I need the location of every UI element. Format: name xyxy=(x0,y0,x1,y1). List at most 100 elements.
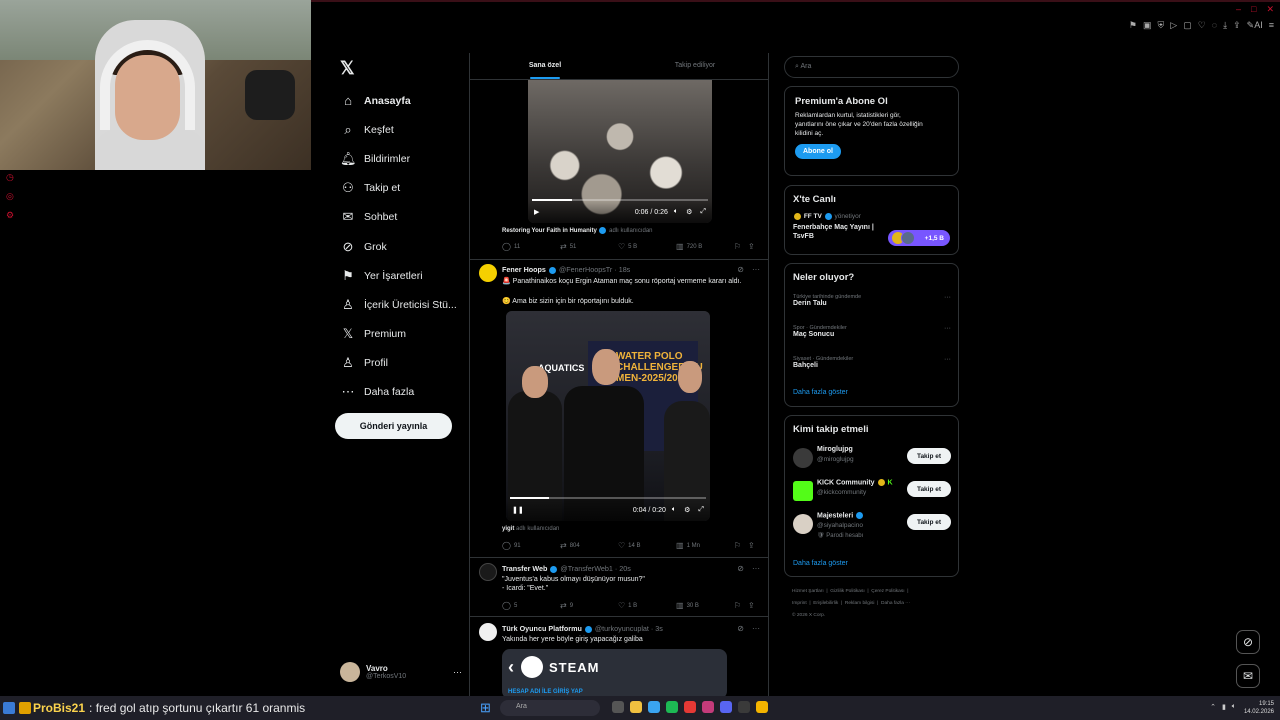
avatar[interactable] xyxy=(479,264,497,282)
download-icon[interactable]: ▢ xyxy=(1183,20,1192,31)
mail-icon[interactable]: ✉ xyxy=(1236,664,1260,688)
bookmark-icon[interactable]: ⚑ xyxy=(1129,20,1137,31)
tweet-video[interactable]: ▶ 0:06 / 0:26 🔈︎ ⚙ ⤢ xyxy=(528,79,712,223)
play-icon[interactable]: ▷ xyxy=(1170,20,1177,31)
follow-suggestion[interactable]: KICK Community K @kickcommunity Takip et xyxy=(793,479,951,507)
like-button[interactable]: ♡ 5 B xyxy=(618,242,676,251)
sidebar-item-search[interactable]: ⌕ Keşfet xyxy=(340,115,457,144)
retweet-button[interactable]: ⇄ 804 xyxy=(560,541,618,550)
spotify-icon[interactable] xyxy=(666,701,678,713)
attribution-name[interactable]: Restoring Your Faith in Humanity xyxy=(502,228,597,234)
show-more-link[interactable]: Daha fazla göster xyxy=(793,560,848,567)
chevron-up-icon[interactable]: ⌃ xyxy=(1210,703,1216,711)
download-arrow-icon[interactable]: ⤓ xyxy=(1223,20,1227,31)
subscribe-button[interactable]: Abone ol xyxy=(795,144,841,159)
file-explorer-icon[interactable] xyxy=(630,701,642,713)
grok-icon[interactable]: ⊘ xyxy=(737,624,744,633)
author-name[interactable]: Transfer Web xyxy=(502,564,547,573)
tab-following[interactable]: Takip ediliyor xyxy=(620,53,768,79)
share-button[interactable]: ⇪ xyxy=(748,601,755,610)
record-icon[interactable]: ◎ xyxy=(6,191,14,202)
sidebar-item-x-premium[interactable]: 𝕏 Premium xyxy=(340,320,457,349)
retweet-button[interactable]: ⇄ 9 xyxy=(560,601,618,610)
follow-button[interactable]: Takip et xyxy=(907,448,951,464)
steam-login-link[interactable]: HESAP ADI İLE GİRİŞ YAP xyxy=(508,689,583,695)
avatar[interactable] xyxy=(479,623,497,641)
live-card[interactable]: X'te Canlı FF TV yönetiyor Fenerbahçe Ma… xyxy=(784,185,959,255)
show-more-link[interactable]: Daha fazla göster xyxy=(793,389,848,396)
discord-icon[interactable] xyxy=(720,701,732,713)
sidebar-item-creator-studio[interactable]: ♙ İçerik Üreticisi Stü... xyxy=(340,290,457,319)
fullscreen-icon[interactable]: ⤢ xyxy=(700,208,706,216)
retweet-button[interactable]: ⇄ 51 xyxy=(560,242,618,251)
tab-for-you[interactable]: Sana özel xyxy=(470,53,620,79)
account-switcher[interactable]: Vavro @TerkosV10 ··· xyxy=(340,662,462,682)
live-listeners-badge[interactable]: +1,5 B xyxy=(888,230,950,246)
follow-button[interactable]: Takip et xyxy=(907,514,951,530)
trend-item[interactable]: Spor · Gündemdekiler Maç Sonucu ··· xyxy=(793,325,951,338)
more-icon[interactable]: ··· xyxy=(944,325,951,332)
opera-icon[interactable] xyxy=(684,701,696,713)
back-icon[interactable]: ‹ xyxy=(508,657,515,678)
like-button[interactable]: ♡ 14 B xyxy=(618,541,676,550)
close-icon[interactable]: ✕ xyxy=(1266,4,1274,15)
edge-icon[interactable] xyxy=(648,701,660,713)
sidebar-item-add-user[interactable]: ⚇ Takip et xyxy=(340,174,457,203)
volume-icon[interactable]: 🔈︎ xyxy=(1232,703,1236,711)
volume-icon[interactable]: 🔈︎ xyxy=(672,506,676,514)
menu-icon[interactable]: ≡ xyxy=(1269,20,1274,31)
share-icon[interactable]: ⇪ xyxy=(1233,20,1241,31)
more-icon[interactable]: ··· xyxy=(752,265,760,274)
timeline[interactable]: Sana özel Takip ediliyor ▶ 0:06 / 0:26 🔈… xyxy=(469,53,769,696)
pause-icon[interactable]: ❚❚ xyxy=(512,506,524,514)
grok-icon[interactable]: ⊘ xyxy=(1236,630,1260,654)
network-icon[interactable]: ▮ xyxy=(1222,703,1226,711)
follow-button[interactable]: Takip et xyxy=(907,481,951,497)
maximize-icon[interactable]: □ xyxy=(1251,4,1256,15)
views-button[interactable]: ▥ 30 B xyxy=(676,601,734,610)
chat-icon[interactable]: ◌ xyxy=(1212,20,1217,31)
reply-button[interactable]: ◯ 91 xyxy=(502,541,560,550)
extension-icon[interactable]: ▣ xyxy=(1143,20,1152,31)
more-icon[interactable]: ··· xyxy=(944,294,951,301)
heart-icon[interactable]: ♡ xyxy=(1198,20,1206,31)
search-input[interactable]: ⌕ Ara xyxy=(784,56,959,78)
grok-icon[interactable]: ⊘ xyxy=(737,564,744,573)
grok-icon[interactable]: ⊘ xyxy=(737,265,744,274)
play-icon[interactable]: ▶ xyxy=(534,208,539,216)
reply-button[interactable]: ◯ 11 xyxy=(502,242,560,251)
follow-suggestion[interactable]: Miroglujpg @miroglujpg Takip et xyxy=(793,446,951,474)
footer-links[interactable]: Hizmet Şartları | Gizlilik Politikası | … xyxy=(792,586,952,622)
tweet-media[interactable]: ‹ STEAM HESAP ADI İLE GİRİŞ YAP xyxy=(502,649,727,696)
bookmark-button[interactable]: ⚐ xyxy=(734,601,748,610)
settings-icon[interactable]: ⚙ xyxy=(684,506,690,514)
ai-icon[interactable]: ✎AI xyxy=(1247,20,1263,31)
bookmark-button[interactable]: ⚐ xyxy=(734,242,748,251)
sidebar-item-more-circle[interactable]: ⋯ Daha fazla xyxy=(340,378,457,407)
minimize-icon[interactable]: – xyxy=(1236,4,1241,15)
more-icon[interactable]: ··· xyxy=(752,564,760,573)
author-name[interactable]: Fener Hoops xyxy=(502,265,546,274)
app-icon[interactable] xyxy=(702,701,714,713)
sidebar-item-profile[interactable]: ♙ Profil xyxy=(340,349,457,378)
like-button[interactable]: ♡ 1 B xyxy=(618,601,676,610)
trend-item[interactable]: Siyaset · Gündemdekiler Bahçeli ··· xyxy=(793,356,951,369)
x-logo[interactable]: 𝕏 xyxy=(340,58,355,79)
tweet-video[interactable]: WATER POLO CHALLENGER CU MEN-2025/2026 A… xyxy=(506,311,710,521)
shield-icon[interactable]: ⛨ xyxy=(1158,20,1165,31)
volume-icon[interactable]: 🔈︎ xyxy=(674,208,678,216)
windows-icon[interactable]: ⊞ xyxy=(480,700,491,716)
taskbar-search[interactable]: Ara xyxy=(500,700,600,716)
fullscreen-icon[interactable]: ⤢ xyxy=(698,506,704,514)
obs-icon[interactable] xyxy=(738,701,750,713)
bookmark-button[interactable]: ⚐ xyxy=(734,541,748,550)
sidebar-item-mail[interactable]: ✉ Sohbet xyxy=(340,203,457,232)
trend-item[interactable]: Türkiye tarihinde gündemde Derin Talu ··… xyxy=(793,294,951,307)
sidebar-item-bookmark[interactable]: ⚑ Yer İşaretleri xyxy=(340,261,457,290)
more-icon[interactable]: ··· xyxy=(752,624,760,633)
sidebar-item-home[interactable]: ⌂ Anasayfa xyxy=(340,86,457,115)
views-button[interactable]: ▥ 720 B xyxy=(676,242,734,251)
sidebar-item-bell[interactable]: 🔔︎ Bildirimler xyxy=(340,144,457,173)
follow-suggestion[interactable]: Majesteleri @siyahalpacino 🛡 Parodi hesa… xyxy=(793,512,951,540)
task-view-icon[interactable] xyxy=(612,701,624,713)
